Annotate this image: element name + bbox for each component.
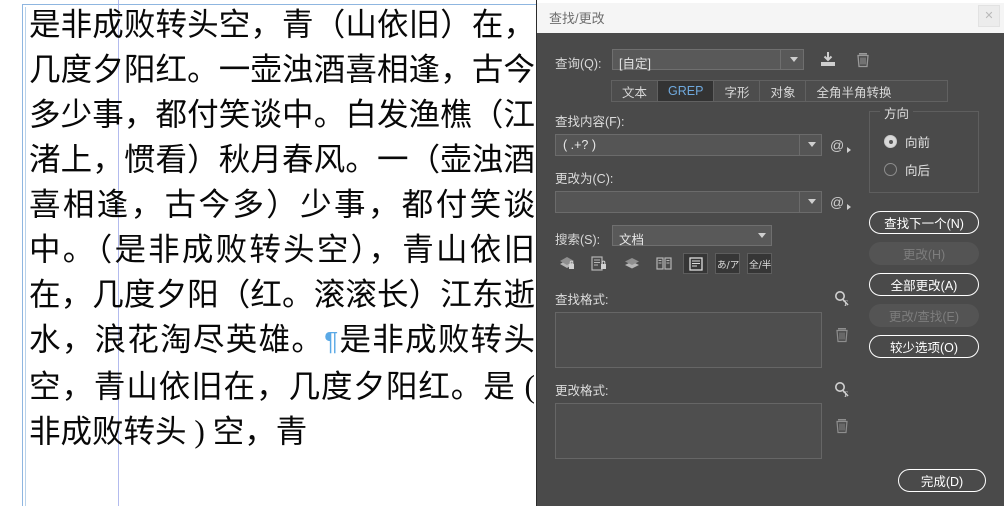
chevron-down-icon: [808, 142, 817, 148]
actions-column: 方向 向前 向后 查找下一个(N) 更改(H) 全部更改(A) 更改/查找(E): [869, 103, 987, 366]
search-scope-select[interactable]: 文档: [612, 225, 772, 247]
search-mode-tabs[interactable]: 文本 GREP 字形 对象 全角半角转换: [611, 80, 948, 102]
case-sensitive-icon[interactable]: [555, 253, 580, 274]
change-to-special-chars-button[interactable]: @: [830, 193, 851, 211]
indesign-screen: 是非成败转头空，青（山依旧）在，几度夕阳红。一壶浊酒喜相逢，古今多少事，都付笑谈…: [0, 0, 1004, 506]
change-button: 更改(H): [869, 242, 979, 265]
include-hidden-layers-icon[interactable]: [683, 253, 708, 274]
find-format-label: 查找格式:: [555, 293, 609, 307]
tab-object[interactable]: 对象: [760, 81, 807, 101]
titlebar-highlight: [537, 0, 1004, 3]
find-what-label: 查找内容(F):: [555, 115, 625, 129]
find-what-special-chars-button[interactable]: @: [830, 136, 851, 154]
dialog-body: 查询(Q): [自定] 文本 GREP 字形 对象 全角半角转换 查找内容(F)…: [537, 33, 1004, 506]
query-row: 查询(Q): [自定]: [555, 49, 985, 71]
text-frame-inner-edge: [25, 7, 26, 506]
svg-text:あ/ア: あ/ア: [717, 259, 739, 270]
save-query-icon[interactable]: [817, 49, 839, 70]
svg-text:T: T: [843, 390, 848, 399]
change-to-dropdown-button[interactable]: [799, 192, 821, 212]
find-change-dialog: 查找/更改 ✕ 查询(Q): [自定] 文本 GREP 字形 对象 全角半角转换…: [537, 0, 1004, 506]
radio-forward-icon[interactable]: [884, 135, 897, 148]
clear-find-format-icon[interactable]: [832, 325, 852, 345]
query-label: 查询(Q):: [555, 57, 602, 71]
close-icon[interactable]: ✕: [978, 5, 1000, 27]
change-all-button[interactable]: 全部更改(A): [869, 273, 979, 296]
find-what-value: ( .+? ): [563, 138, 596, 152]
change-format-label: 更改格式:: [555, 384, 609, 398]
svg-text:全/半: 全/半: [749, 258, 771, 270]
query-value: [自定]: [619, 57, 651, 71]
include-master-pages-icon[interactable]: あ/ア: [715, 253, 740, 274]
change-format-icon-column: T: [832, 380, 854, 436]
search-options-panel: 查找内容(F): ( .+? ) @ 更改为(C): @ 搜索(S): 文档 あ…: [555, 111, 851, 459]
done-button[interactable]: 完成(D): [898, 469, 986, 492]
chevron-down-icon: [758, 233, 767, 239]
find-what-input[interactable]: ( .+? ): [555, 134, 822, 156]
include-locked-stories-icon[interactable]: [651, 253, 676, 274]
story-text[interactable]: 是非成败转头空，青（山依旧）在，几度夕阳红。一壶浊酒喜相逢，古今多少事，都付笑谈…: [29, 2, 535, 454]
specify-attributes-icon[interactable]: T: [832, 289, 852, 309]
pilcrow-mark: ¶: [324, 326, 339, 356]
find-format-icon-column: T: [832, 289, 854, 345]
find-format-box[interactable]: [555, 312, 822, 368]
tab-grep[interactable]: GREP: [658, 81, 715, 101]
chevron-down-icon: [790, 57, 799, 63]
delete-query-icon[interactable]: [852, 49, 874, 70]
tab-text[interactable]: 文本: [612, 81, 659, 101]
triangle-right-icon: [847, 147, 851, 153]
query-select[interactable]: [自定]: [612, 49, 804, 71]
at-symbol-icon: @: [830, 137, 845, 153]
search-scope-label: 搜索(S):: [555, 233, 601, 247]
whole-word-icon[interactable]: [587, 253, 612, 274]
direction-forward-label: 向前: [905, 136, 931, 150]
document-canvas[interactable]: 是非成败转头空，青（山依旧）在，几度夕阳红。一壶浊酒喜相逢，古今多少事，都付笑谈…: [0, 0, 537, 506]
change-to-input[interactable]: [555, 191, 822, 213]
search-scope-value: 文档: [619, 233, 645, 247]
fewer-options-button[interactable]: 较少选项(O): [869, 335, 979, 358]
change-format-box[interactable]: [555, 403, 822, 459]
search-toggle-strip: あ/ア 全/半: [555, 253, 851, 277]
find-next-button[interactable]: 查找下一个(N): [869, 211, 979, 234]
query-select-divider: [780, 50, 781, 69]
tab-fullwidth-halfwidth[interactable]: 全角半角转换: [806, 81, 901, 101]
direction-legend: 方向: [880, 103, 914, 122]
include-locked-layers-icon[interactable]: [619, 253, 644, 274]
dialog-title: 查找/更改: [549, 11, 605, 26]
search-scope-row: 搜索(S): 文档: [555, 225, 851, 249]
radio-backward-icon[interactable]: [884, 163, 897, 176]
svg-text:T: T: [843, 299, 848, 308]
clear-change-format-icon[interactable]: [832, 416, 852, 436]
dialog-titlebar[interactable]: 查找/更改 ✕: [537, 0, 1004, 34]
story-paragraph-1: 是非成败转头空，青（山依旧）在，几度夕阳红。一壶浊酒喜相逢，古今多少事，都付笑谈…: [29, 7, 535, 357]
find-what-dropdown-button[interactable]: [799, 135, 821, 155]
change-to-label: 更改为(C):: [555, 172, 614, 186]
at-symbol-icon: @: [830, 194, 845, 210]
chevron-down-icon: [808, 199, 817, 205]
triangle-right-icon: [847, 204, 851, 210]
direction-option-backward[interactable]: 向后: [884, 160, 930, 179]
include-footnotes-icon[interactable]: 全/半: [747, 253, 772, 274]
direction-backward-label: 向后: [905, 164, 931, 178]
direction-group: 方向 向前 向后: [869, 103, 979, 193]
change-find-button: 更改/查找(E): [869, 304, 979, 327]
direction-option-forward[interactable]: 向前: [884, 132, 930, 151]
tab-glyph[interactable]: 字形: [714, 81, 761, 101]
specify-attributes-icon[interactable]: T: [832, 380, 852, 400]
